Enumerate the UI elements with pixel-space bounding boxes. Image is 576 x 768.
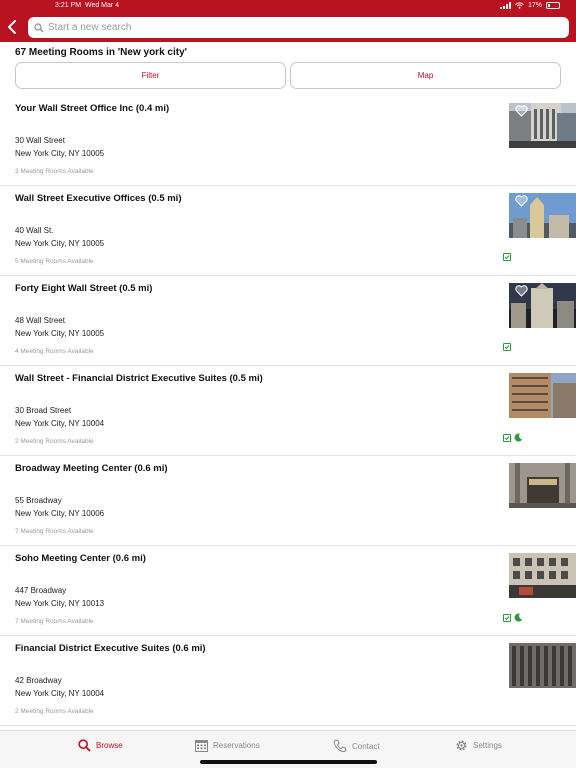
phone-icon: [333, 739, 347, 753]
listing-address-line2: New York City, NY 10005: [15, 329, 105, 338]
listing-photo: [509, 553, 576, 598]
tab-reservations-label: Reservations: [213, 741, 260, 750]
search-bar[interactable]: [28, 17, 569, 38]
status-time: 3:21 PM: [55, 2, 82, 9]
search-input[interactable]: [48, 22, 548, 33]
cellular-signal-icon: [499, 2, 511, 9]
listing-address-line1: 30 Broad Street: [15, 406, 72, 415]
calendar-icon: [195, 740, 208, 752]
favorite-heart-icon[interactable]: [515, 195, 528, 207]
checkbox-icon: [503, 343, 511, 351]
listing-item[interactable]: Soho Meeting Center (0.6 mi) 447 Broadwa…: [0, 546, 576, 636]
listing-list: Your Wall Street Office Inc (0.4 mi) 30 …: [0, 96, 576, 726]
wifi-icon: [515, 2, 524, 9]
listing-availability: 2 Meeting Rooms Available: [15, 708, 94, 715]
favorite-heart-icon[interactable]: [515, 285, 528, 297]
listing-availability: 5 Meeting Rooms Available: [15, 258, 94, 265]
listing-address-line1: 447 Broadway: [15, 586, 67, 595]
checkbox-icon: [503, 253, 511, 261]
checkbox-icon: [503, 613, 511, 622]
listing-item[interactable]: Forty Eight Wall Street (0.5 mi) 48 Wall…: [0, 276, 576, 366]
listing-availability: 4 Meeting Rooms Available: [15, 348, 94, 355]
back-chevron-icon[interactable]: [6, 19, 18, 35]
listing-address-line2: New York City, NY 10006: [15, 509, 105, 518]
listing-item[interactable]: Financial District Executive Suites (0.6…: [0, 636, 576, 726]
listing-name: Broadway Meeting Center (0.6 mi): [15, 463, 168, 474]
listing-address-line2: New York City, NY 10004: [15, 689, 105, 698]
listing-address-line1: 55 Broadway: [15, 496, 62, 505]
listing-name: Wall Street - Financial District Executi…: [15, 373, 263, 384]
tab-browse-label: Browse: [96, 741, 123, 750]
listing-photo: [509, 193, 576, 238]
listing-photo: [509, 103, 576, 148]
listing-item[interactable]: Wall Street Executive Offices (0.5 mi) 4…: [0, 186, 576, 276]
listing-address-line2: New York City, NY 10004: [15, 419, 105, 428]
listing-availability: 7 Meeting Rooms Available: [15, 528, 94, 535]
listing-address-line1: 40 Wall St.: [15, 226, 54, 235]
listing-photo: [509, 463, 576, 508]
tab-contact-label: Contact: [352, 741, 380, 751]
moon-icon: [514, 433, 523, 442]
gear-icon: [456, 740, 467, 751]
battery-percent: 17%: [527, 2, 542, 9]
search-icon: [78, 739, 91, 752]
status-bar: 3:21 PM Wed Mar 4 17%: [0, 2, 576, 12]
results-count-heading: 67 Meeting Rooms in 'New york city': [15, 47, 188, 58]
listing-availability: 2 Meeting Rooms Available: [15, 438, 94, 445]
battery-icon: [546, 2, 560, 9]
listing-name: Wall Street Executive Offices (0.5 mi): [15, 193, 182, 204]
listing-address-line2: New York City, NY 10013: [15, 599, 105, 608]
listing-name: Soho Meeting Center (0.6 mi): [15, 553, 146, 564]
listing-item[interactable]: Wall Street - Financial District Executi…: [0, 366, 576, 456]
tab-settings-label: Settings: [473, 741, 502, 750]
tab-settings[interactable]: Settings: [455, 739, 502, 752]
listing-photo: [509, 643, 576, 688]
tab-reservations[interactable]: Reservations: [195, 739, 260, 752]
status-date: Wed Mar 4: [84, 2, 120, 9]
search-icon: [34, 22, 44, 32]
top-header: 3:21 PM Wed Mar 4 17%: [0, 0, 576, 42]
checkbox-icon: [503, 433, 511, 442]
listing-address-line1: 42 Broadway: [15, 676, 62, 685]
moon-icon: [514, 613, 523, 622]
listing-availability: 7 Meeting Rooms Available: [15, 618, 94, 625]
listing-item[interactable]: Your Wall Street Office Inc (0.4 mi) 30 …: [0, 96, 576, 186]
listing-address-line2: New York City, NY 10005: [15, 239, 105, 248]
filter-button[interactable]: Filter: [15, 62, 286, 89]
listing-address-line1: 30 Wall Street: [15, 136, 65, 145]
listing-availability: 3 Meeting Rooms Available: [15, 168, 94, 175]
listing-photo: [509, 373, 576, 418]
tab-contact[interactable]: Contact: [333, 739, 380, 753]
map-button[interactable]: Map: [290, 62, 561, 89]
tab-browse[interactable]: Browse: [78, 739, 123, 752]
home-indicator: [200, 760, 377, 764]
listing-address-line2: New York City, NY 10005: [15, 149, 105, 158]
listing-name: Your Wall Street Office Inc (0.4 mi): [15, 103, 170, 114]
listing-item[interactable]: Broadway Meeting Center (0.6 mi) 55 Broa…: [0, 456, 576, 546]
listing-photo: [509, 283, 576, 328]
listing-address-line1: 48 Wall Street: [15, 316, 65, 325]
listing-name: Forty Eight Wall Street (0.5 mi): [15, 283, 153, 294]
favorite-heart-icon[interactable]: [515, 105, 528, 117]
listing-name: Financial District Executive Suites (0.6…: [15, 643, 206, 654]
